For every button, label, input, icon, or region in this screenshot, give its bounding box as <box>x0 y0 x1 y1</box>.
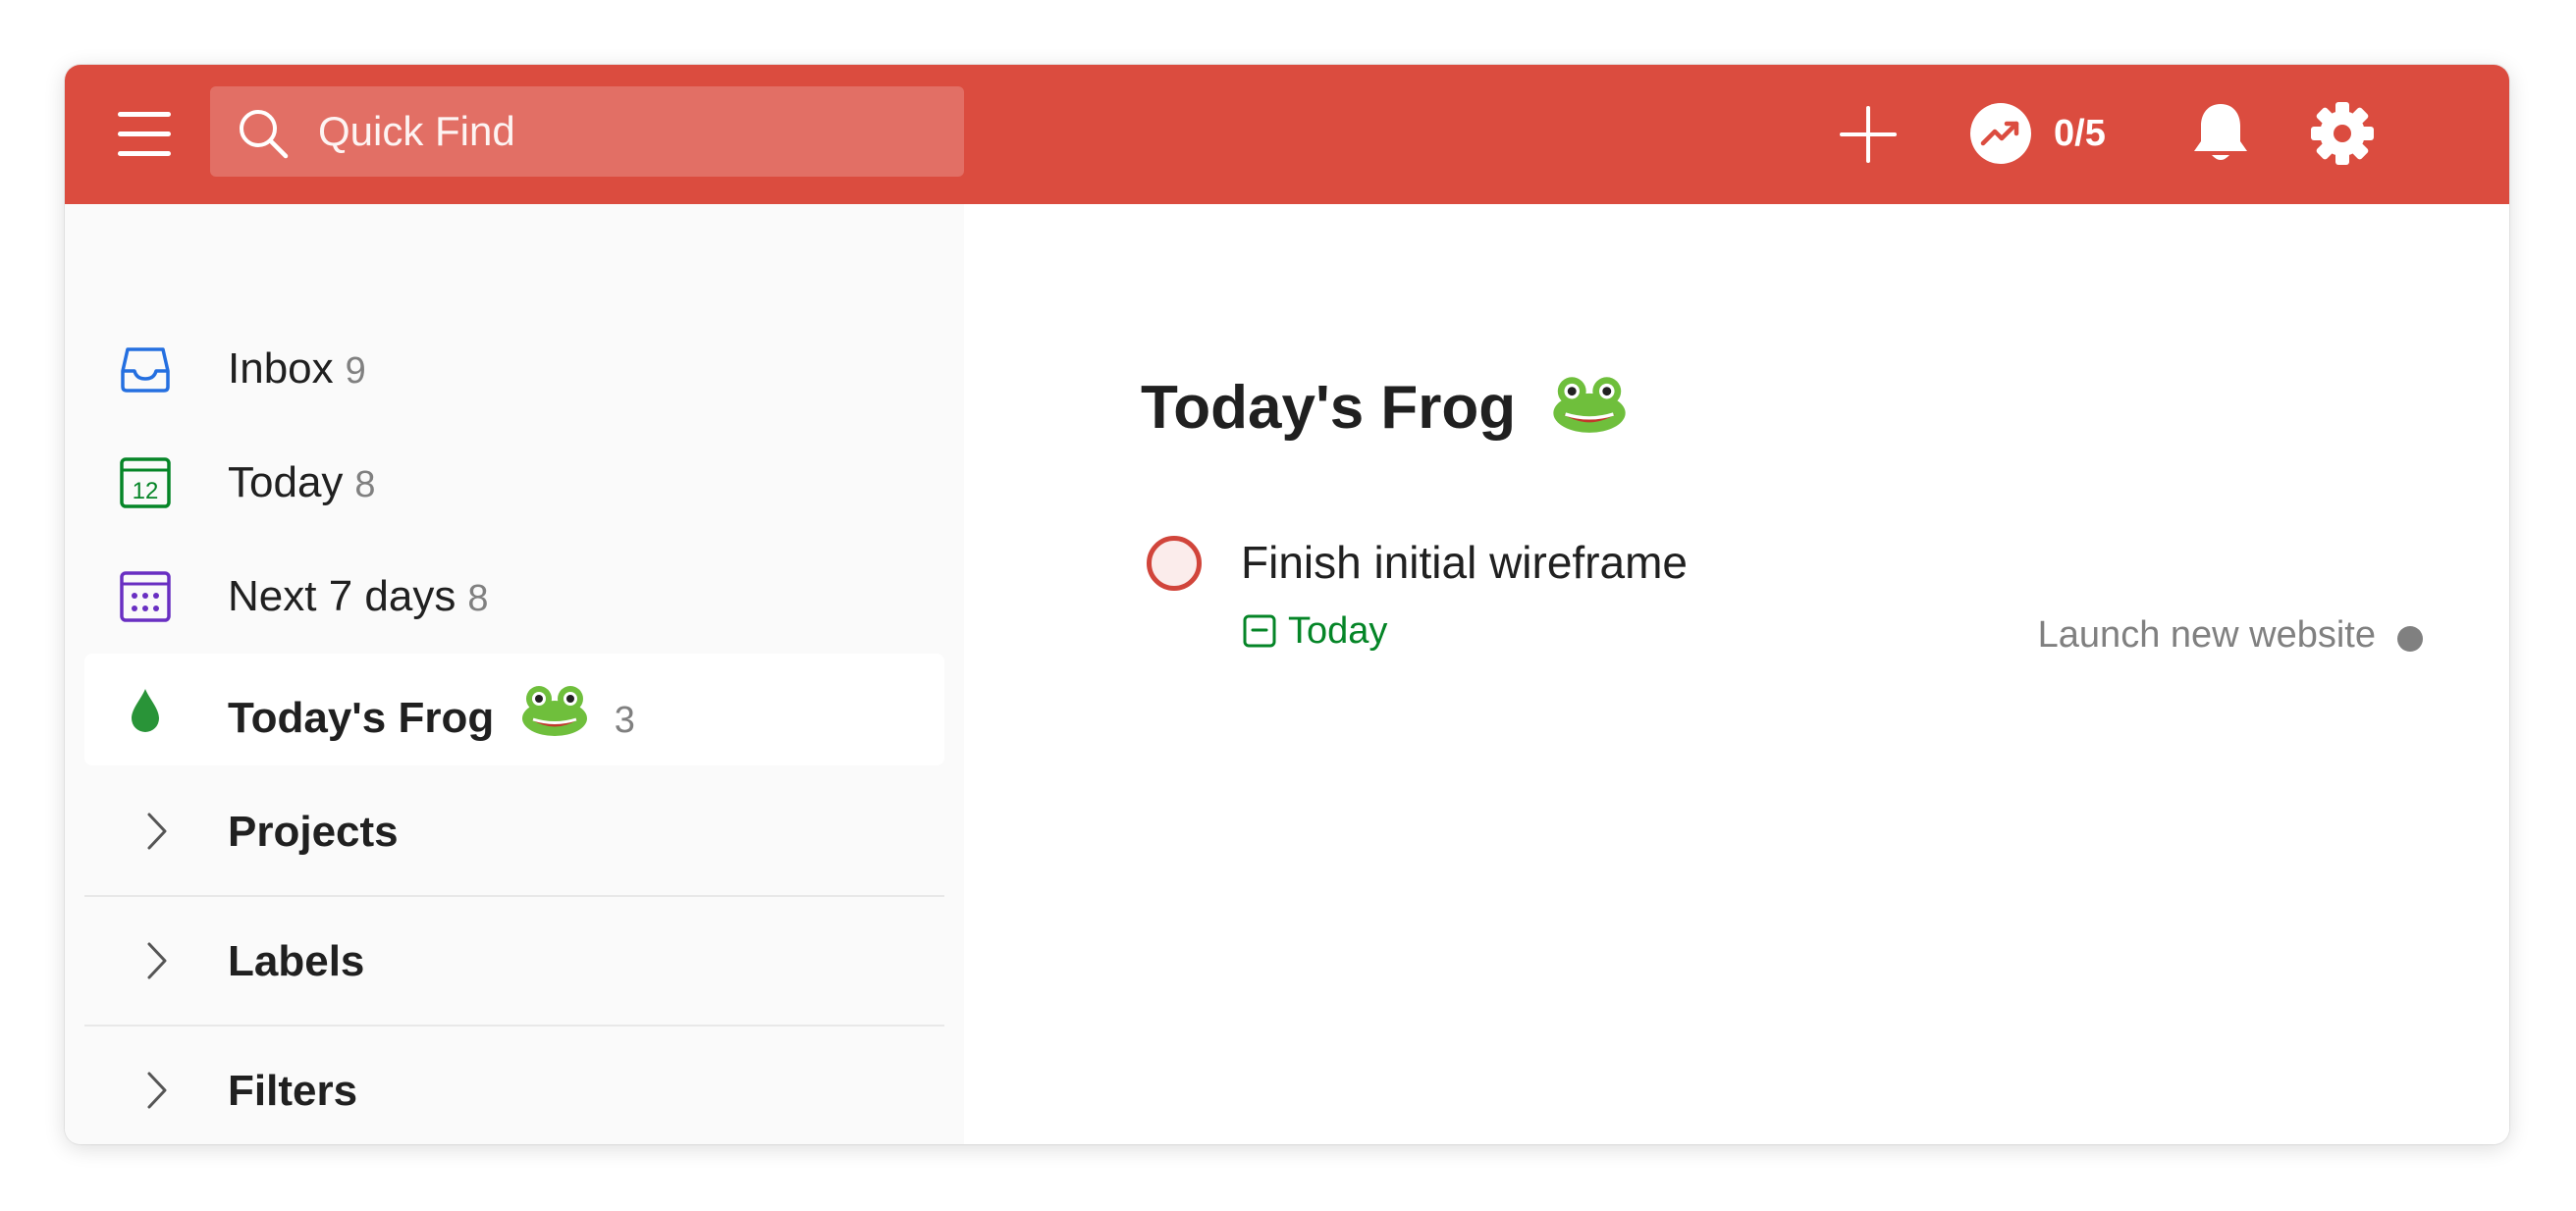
section-labels[interactable]: Labels <box>84 897 944 1027</box>
page-title: Today's Frog <box>1141 371 1629 446</box>
task-complete-checkbox[interactable] <box>1147 536 1202 591</box>
sidebar: Inbox 9 12 Today 8 Next 7 days 8 Today's… <box>65 204 964 1144</box>
task-title[interactable]: Finish initial wireframe <box>1241 534 1688 591</box>
section-label: Projects <box>228 808 399 856</box>
sidebar-item-next-7-days[interactable]: Next 7 days 8 <box>84 540 944 652</box>
top-bar: 0/5 <box>65 65 2509 204</box>
chevron-right-icon[interactable] <box>141 811 173 852</box>
search-input[interactable] <box>318 86 927 177</box>
task-count: 9 <box>345 350 366 392</box>
task-count: 8 <box>354 464 376 505</box>
project-color-dot <box>2397 626 2423 652</box>
sidebar-item-label: Next 7 days <box>228 572 456 620</box>
sidebar-item-today[interactable]: 12 Today 8 <box>84 426 944 538</box>
karma-progress[interactable]: 0/5 <box>2054 110 2106 157</box>
calendar-icon <box>1243 614 1276 648</box>
frog-emoji-icon <box>1553 377 1627 433</box>
calendar-day-number: 12 <box>133 478 159 504</box>
plus-icon[interactable] <box>1838 104 1899 165</box>
chevron-right-icon[interactable] <box>141 1070 173 1111</box>
bell-icon[interactable] <box>2189 100 2252 167</box>
section-label: Labels <box>228 937 365 985</box>
quick-find[interactable] <box>210 86 964 177</box>
drop-icon <box>132 689 159 732</box>
main-content: Today's Frog Finish initial wireframe To… <box>964 204 2509 1144</box>
inbox-icon <box>121 347 170 393</box>
sidebar-item-label: Inbox <box>228 344 334 393</box>
app-window: 0/5 <box>65 65 2509 1144</box>
sidebar-item-label: Today's Frog <box>228 694 495 742</box>
task-count: 8 <box>467 578 489 619</box>
task-count: 3 <box>614 700 635 741</box>
due-date-label: Today <box>1288 610 1388 652</box>
gear-icon[interactable] <box>2309 100 2376 167</box>
karma-icon[interactable] <box>1969 102 2032 165</box>
menu-icon[interactable] <box>118 110 171 159</box>
calendar-today-icon: 12 <box>120 457 171 508</box>
sidebar-item-inbox[interactable]: Inbox 9 <box>84 312 944 424</box>
frog-emoji-icon <box>522 686 588 736</box>
sidebar-item-todays-frog[interactable]: Today's Frog 3 <box>84 654 944 765</box>
section-filters[interactable]: Filters <box>84 1027 944 1144</box>
page-title-text: Today's Frog <box>1141 374 1517 442</box>
section-projects[interactable]: Projects <box>84 767 944 897</box>
project-label[interactable]: Launch new website <box>2038 612 2376 658</box>
chevron-right-icon[interactable] <box>141 940 173 981</box>
search-icon <box>240 110 289 159</box>
section-label: Filters <box>228 1067 358 1115</box>
calendar-week-icon <box>120 571 171 622</box>
sidebar-item-label: Today <box>228 458 344 506</box>
